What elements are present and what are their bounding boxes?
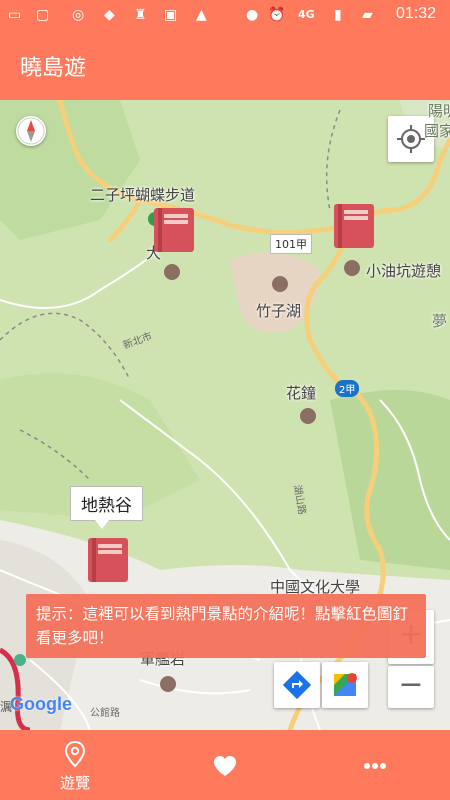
shield-icon: ◆ xyxy=(104,7,115,23)
signal-icon: ▮ xyxy=(334,7,342,23)
open-google-maps-button[interactable] xyxy=(322,662,368,708)
app-bar: 曉島遊 xyxy=(0,30,450,100)
nav-favorites[interactable] xyxy=(150,730,300,800)
compass-icon xyxy=(17,117,45,145)
nav-browse-label: 遊覽 xyxy=(59,774,90,792)
sync-icon: ◎ xyxy=(72,7,85,23)
book-pin-marker[interactable] xyxy=(154,208,194,252)
zoom-out-button[interactable]: − xyxy=(388,666,434,708)
status-bar: ▭ ▢ ◎ ◆ ♜ ▣ ▲ ● ⏰ 4G ▮ ▰ 01:32 xyxy=(0,0,450,30)
label-gongyuan-road: 公館路 xyxy=(90,708,120,719)
poi-camera-icon[interactable] xyxy=(300,408,316,424)
label-zhuzihu: 竹子湖 xyxy=(256,302,302,320)
label-huazhong: 花鐘 xyxy=(286,384,317,402)
poi-camera-icon[interactable] xyxy=(160,676,176,692)
compass-button[interactable] xyxy=(16,116,46,146)
minus-icon: − xyxy=(398,667,424,702)
poi-camera-icon[interactable] xyxy=(344,260,360,276)
book-pin-marker[interactable] xyxy=(334,204,374,248)
road-badge-101: 101甲 xyxy=(270,234,312,254)
label-guojia: 國家 xyxy=(424,122,450,140)
status-time: 01:32 xyxy=(395,5,436,22)
bottom-nav: 遊覽 xyxy=(0,730,450,800)
google-maps-icon xyxy=(334,673,357,696)
location-icon: ● xyxy=(246,7,259,23)
keyhole-icon: ♜ xyxy=(134,7,147,23)
chat-icon: ▭ xyxy=(8,7,22,23)
warning-icon: ▲ xyxy=(196,7,207,23)
road-badge-2: 2甲 xyxy=(335,380,360,397)
image-icon: ▣ xyxy=(164,7,178,23)
label-xiaoyoukeng: 小油坑遊憩 xyxy=(366,262,442,280)
app-title: 曉島遊 xyxy=(20,56,87,81)
hint-toast: 提示：這裡可以看到熱門景點的介紹呢！點擊紅色圖釘看更多吧！ xyxy=(26,594,426,658)
google-logo: Google xyxy=(10,694,72,714)
nav-more[interactable] xyxy=(300,730,450,800)
directions-button[interactable] xyxy=(274,662,320,708)
label-yangming: 陽明 xyxy=(428,102,450,120)
battery-icon: ▰ xyxy=(362,7,373,23)
marker-info-window[interactable]: 地熱谷 xyxy=(70,486,143,529)
book-pin-marker[interactable] xyxy=(88,538,128,582)
alarm-icon: ⏰ xyxy=(268,7,286,23)
network-type: 4G xyxy=(298,8,315,21)
poi-camera-icon[interactable] xyxy=(164,264,180,280)
nav-browse[interactable]: 遊覽 xyxy=(0,730,150,800)
directions-icon xyxy=(282,670,312,700)
location-pin-icon xyxy=(64,740,86,768)
poi-camera-icon[interactable] xyxy=(272,276,288,292)
notification-icon: ▢ xyxy=(36,7,50,23)
more-icon xyxy=(364,763,386,769)
heart-icon xyxy=(214,756,236,776)
label-butterfly-trail: 二子坪蝴蝶步道 xyxy=(90,186,196,204)
label-meng: 夢 xyxy=(432,312,448,330)
